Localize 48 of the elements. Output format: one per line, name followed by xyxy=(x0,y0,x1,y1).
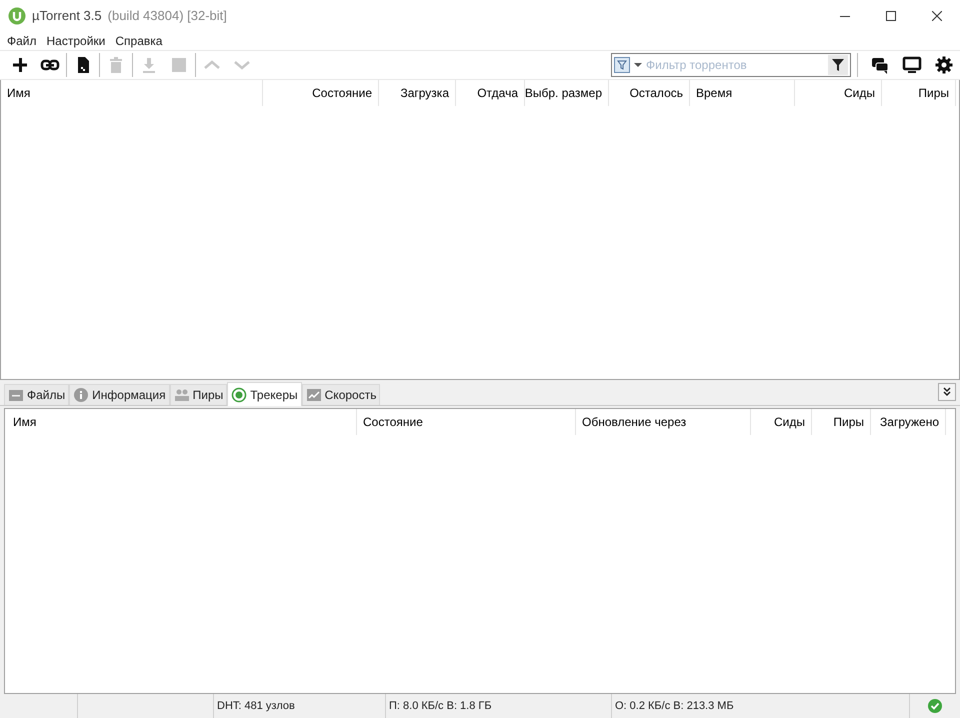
menu-item[interactable]: Файл xyxy=(3,32,41,50)
menu-item[interactable]: Справка xyxy=(111,32,166,50)
stop-icon xyxy=(169,55,189,75)
column-header[interactable]: Сиды xyxy=(751,409,812,435)
funnel-icon xyxy=(828,55,848,75)
column-header[interactable]: Имя xyxy=(1,80,263,106)
double-chevron-icon xyxy=(942,387,952,397)
column-header[interactable]: Пиры xyxy=(882,80,956,106)
maximize-icon xyxy=(886,11,896,21)
column-header[interactable]: Отдача xyxy=(456,80,525,106)
tab[interactable]: Скорость xyxy=(302,384,380,405)
column-header[interactable]: Выбр. размер xyxy=(525,80,609,106)
people-icon xyxy=(174,387,190,403)
filter-input[interactable]: Фильтр торрентов xyxy=(646,56,824,74)
filter-icon xyxy=(614,57,630,73)
settings-icon xyxy=(934,55,954,75)
collapse-button[interactable] xyxy=(938,383,956,401)
column-header[interactable]: Обновление через xyxy=(576,409,751,435)
close-icon xyxy=(932,11,942,21)
tab[interactable]: Информация xyxy=(69,384,170,405)
column-header[interactable]: Состояние xyxy=(357,409,576,435)
tab[interactable]: Трекеры xyxy=(227,382,302,406)
window-title: µTorrent 3.5 xyxy=(32,7,102,26)
dht-status: DHT: 481 узлов xyxy=(217,698,295,714)
tab[interactable]: Файлы xyxy=(4,384,70,405)
column-header[interactable]: Загружено xyxy=(871,409,946,435)
download-status: П: 8.0 КБ/с В: 1.8 ГБ xyxy=(389,698,492,714)
chart-icon xyxy=(306,387,322,403)
folder-icon xyxy=(8,387,24,403)
info-icon xyxy=(73,387,90,403)
column-header[interactable]: Осталось xyxy=(609,80,690,106)
column-header[interactable]: Загрузка xyxy=(379,80,456,106)
window-subtitle: (build 43804) [32-bit] xyxy=(108,7,227,26)
upload-status: О: 0.2 КБ/с В: 213.3 МБ xyxy=(615,698,734,714)
tab[interactable]: Пиры xyxy=(170,384,228,405)
caret-icon xyxy=(634,62,642,68)
column-header[interactable]: Состояние xyxy=(263,80,379,106)
filter-field[interactable]: Фильтр торрентов xyxy=(611,53,851,77)
chat-icon xyxy=(870,55,890,75)
logo-icon xyxy=(8,7,26,25)
column-header[interactable]: Время xyxy=(690,80,795,106)
target-icon xyxy=(231,386,248,402)
monitor-icon xyxy=(902,55,922,75)
column-header[interactable]: Пиры xyxy=(812,409,871,435)
menu-item[interactable]: Настройки xyxy=(42,32,110,50)
column-header[interactable]: Имя xyxy=(7,409,357,435)
plus-icon xyxy=(10,55,30,75)
column-header[interactable]: Сиды xyxy=(795,80,882,106)
